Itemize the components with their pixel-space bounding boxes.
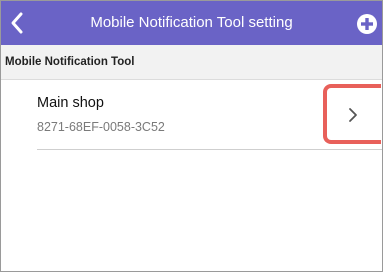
app-window: Mobile Notification Tool setting Mobile … <box>0 0 383 272</box>
page-title: Mobile Notification Tool setting <box>90 14 293 31</box>
section-title: Mobile Notification Tool <box>5 56 135 68</box>
list-item[interactable]: Main shop 8271-68EF-0058-3C52 <box>1 80 382 150</box>
back-button[interactable] <box>1 1 41 45</box>
chevron-left-icon <box>11 12 23 34</box>
shop-name: Main shop <box>37 95 104 111</box>
add-button[interactable] <box>346 1 382 45</box>
chevron-right-icon <box>349 108 357 122</box>
section-header: Mobile Notification Tool <box>1 45 382 80</box>
divider <box>37 149 382 150</box>
highlight-box[interactable] <box>323 84 381 144</box>
plus-circle-icon <box>357 14 377 34</box>
shop-id: 8271-68EF-0058-3C52 <box>37 120 165 134</box>
top-bar: Mobile Notification Tool setting <box>1 1 382 45</box>
